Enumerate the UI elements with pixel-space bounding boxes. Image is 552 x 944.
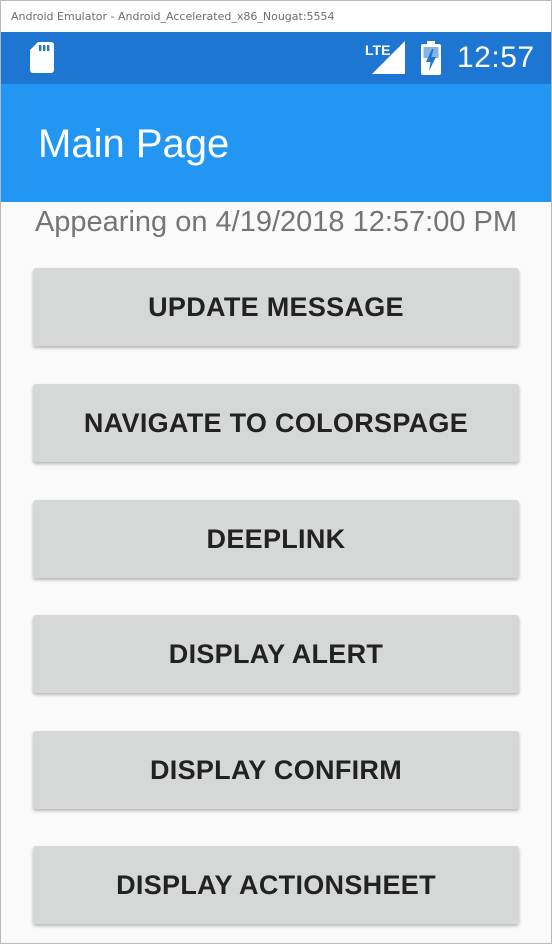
- sd-card-icon: [30, 42, 54, 73]
- lte-signal-icon: LTE: [365, 41, 405, 74]
- lte-label: LTE: [365, 42, 390, 58]
- page-title: Main Page: [38, 122, 230, 166]
- main-content: Appearing on 4/19/2018 12:57:00 PM UPDAT…: [1, 202, 551, 943]
- navigate-to-colorspage-button[interactable]: NAVIGATE TO COLORSPAGE: [33, 384, 519, 462]
- app-bar: Main Page: [1, 84, 551, 202]
- window-titlebar[interactable]: Android Emulator - Android_Accelerated_x…: [1, 1, 551, 32]
- display-alert-button[interactable]: DISPLAY ALERT: [33, 615, 519, 693]
- status-time: 12:57: [457, 41, 535, 74]
- update-message-button[interactable]: UPDATE MESSAGE: [33, 268, 519, 346]
- android-status-bar: LTE 12:57: [1, 32, 551, 84]
- deeplink-button[interactable]: DEEPLINK: [33, 500, 519, 578]
- battery-charging-icon: [421, 41, 441, 75]
- window-title: Android Emulator - Android_Accelerated_x…: [11, 10, 335, 23]
- display-actionsheet-button[interactable]: DISPLAY ACTIONSHEET: [33, 846, 519, 924]
- appearing-label: Appearing on 4/19/2018 12:57:00 PM: [34, 206, 518, 238]
- display-confirm-button[interactable]: DISPLAY CONFIRM: [33, 731, 519, 809]
- emulator-window: Android Emulator - Android_Accelerated_x…: [0, 0, 552, 944]
